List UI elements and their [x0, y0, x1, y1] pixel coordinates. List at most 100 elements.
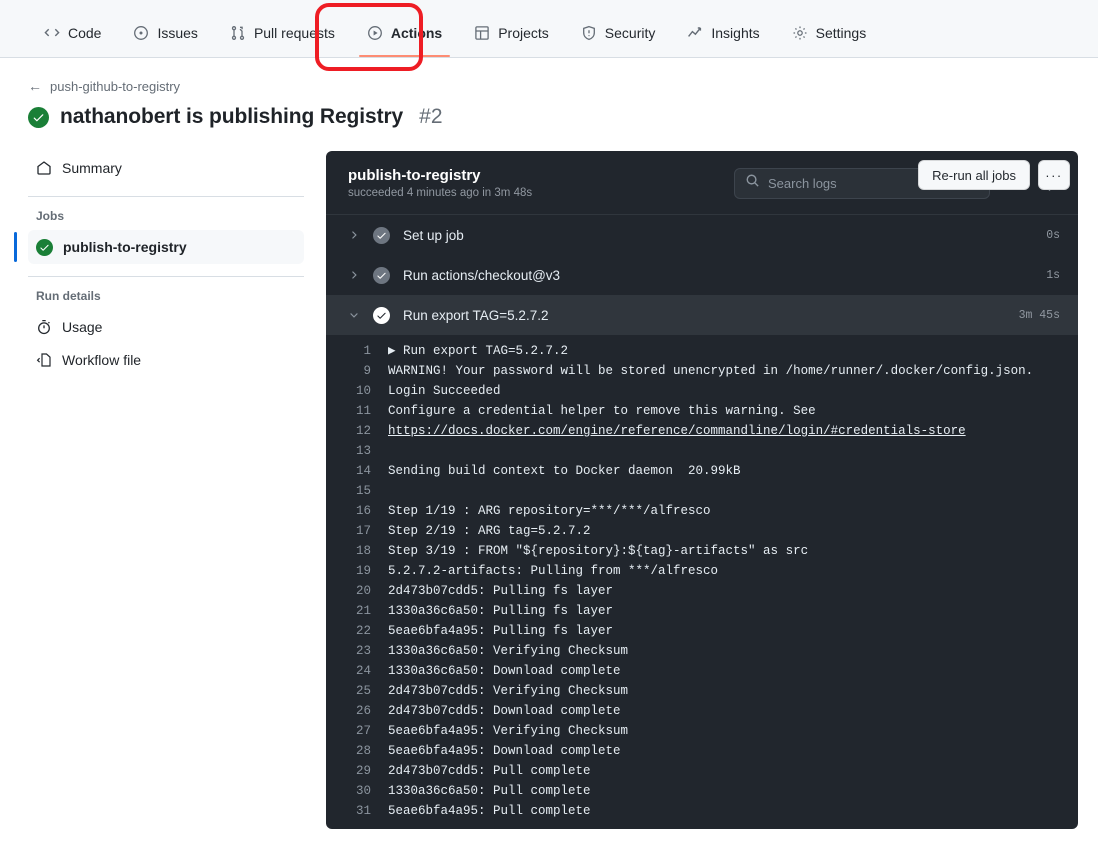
sidebar-item-label: Summary [62, 159, 122, 176]
log-line-text: 2d473b07cdd5: Pull complete [388, 764, 591, 778]
run-title-row: nathanobert is publishing Registry #2 [28, 105, 1070, 129]
sidebar-divider-1 [28, 196, 304, 197]
sidebar-heading-jobs: Jobs [36, 209, 65, 223]
log-step-duration: 1s [1046, 268, 1060, 282]
chevron-right-icon[interactable] [348, 269, 360, 281]
stopwatch-icon [36, 319, 52, 335]
log-step-label: Run export TAG=5.2.7.2 [403, 307, 549, 323]
log-line-text [388, 441, 1078, 461]
chevron-down-icon[interactable] [348, 309, 360, 321]
code-icon [44, 25, 60, 41]
log-line-number: 11 [355, 404, 371, 418]
log-step-row[interactable]: Run export TAG=5.2.7.2 3m 45s [326, 295, 1078, 335]
log-line: 23 1330a36c6a50: Verifying Checksum [326, 641, 1078, 661]
log-line-number: 29 [355, 764, 371, 778]
log-job-title: publish-to-registry [348, 167, 481, 184]
log-line: 21 1330a36c6a50: Pulling fs layer [326, 601, 1078, 621]
log-job-status: succeeded 4 minutes ago in 3m 48s [348, 187, 533, 199]
home-icon [36, 160, 52, 176]
nav-item-projects[interactable]: Projects [458, 9, 565, 57]
nav-item-label: Actions [390, 25, 443, 41]
step-success-icon [373, 226, 390, 244]
log-step-label: Run actions/checkout@v3 [403, 267, 561, 283]
log-line-number: 25 [355, 684, 371, 698]
log-line: 15 [326, 481, 1078, 501]
nav-item-security[interactable]: Security [565, 9, 672, 57]
nav-item-settings[interactable]: Settings [776, 9, 883, 57]
log-line-number: 26 [355, 704, 371, 718]
back-arrow-icon: ← [28, 78, 42, 94]
log-step-row[interactable]: Set up job 0s [326, 215, 1078, 255]
sidebar-item-publish-to-registry[interactable]: publish-to-registry [14, 230, 304, 264]
log-line-text [388, 481, 1078, 501]
log-line-number: 27 [355, 724, 371, 738]
log-line-text: WARNING! Your password will be stored un… [388, 364, 1034, 378]
run-number: #2 [419, 105, 443, 128]
nav-item-label: Pull requests [253, 25, 335, 41]
log-line: 12 https://docs.docker.com/engine/referen… [326, 421, 1078, 441]
log-line-text: Step 3/19 : FROM "${repository}:${tag}-a… [388, 544, 809, 558]
log-line-number: 24 [355, 664, 371, 678]
graph-icon [687, 25, 703, 41]
nav-item-issues[interactable]: Issues [117, 9, 213, 57]
log-line-text: 5eae6bfa4a95: Verifying Checksum [388, 724, 629, 738]
log-panel: publish-to-registry succeeded 4 minutes … [326, 151, 1078, 829]
log-line: 27 5eae6bfa4a95: Verifying Checksum [326, 721, 1078, 741]
log-line-number: 15 [355, 484, 371, 498]
log-line-text: Login Succeeded [388, 384, 501, 398]
header-actions: Re-run all jobs ··· [918, 160, 1070, 190]
nav-item-label: Insights [711, 25, 760, 41]
log-line-number: 28 [355, 744, 371, 758]
run-body: Summary Jobs publish-to-registry Run det… [0, 129, 1098, 829]
chevron-right-icon[interactable] [348, 229, 360, 241]
step-success-icon [373, 306, 390, 324]
sidebar-item-label: Workflow file [62, 351, 142, 368]
re-run-all-jobs-button[interactable]: Re-run all jobs [918, 160, 1030, 190]
log-line-number: 20 [355, 584, 371, 598]
log-line-text: Step 2/19 : ARG tag=5.2.7.2 [388, 524, 591, 538]
shield-icon [581, 25, 597, 41]
page-title: nathanobert is publishing Registry [60, 105, 404, 128]
log-line-number: 1 [363, 344, 371, 358]
log-line: 26 2d473b07cdd5: Download complete [326, 701, 1078, 721]
log-line: 30 1330a36c6a50: Pull complete [326, 781, 1078, 801]
log-output: 1 ▶ Run export TAG=5.2.7.2 9 WARNING! Your … [326, 335, 1078, 829]
nav-item-label: Issues [157, 25, 198, 41]
more-options-button[interactable]: ··· [1038, 160, 1070, 190]
nav-item-label: Settings [815, 25, 867, 41]
nav-item-pull-requests[interactable]: Pull requests [214, 9, 351, 57]
log-line-text: 2d473b07cdd5: Verifying Checksum [388, 684, 629, 698]
log-line-text: Configure a credential helper to remove … [388, 404, 816, 418]
log-line: 14 Sending build context to Docker daemon… [326, 461, 1078, 481]
log-line-number: 14 [355, 464, 371, 478]
breadcrumb[interactable]: ← push-github-to-registry [28, 78, 1070, 94]
log-line: 20 2d473b07cdd5: Pulling fs layer [326, 581, 1078, 601]
log-line: 22 5eae6bfa4a95: Pulling fs layer [326, 621, 1078, 641]
log-line-text: 1330a36c6a50: Verifying Checksum [388, 644, 629, 658]
run-header: ← push-github-to-registry nathanobert is… [0, 58, 1098, 190]
sidebar-item-usage[interactable]: Usage [28, 310, 304, 343]
log-step-label: Set up job [403, 227, 464, 243]
repo-nav: Code Issues Pull requests Actions Projects Se… [0, 0, 1098, 71]
log-line-link[interactable]: https://docs.docker.com/engine/reference… [388, 421, 1078, 441]
log-line-number: 9 [363, 364, 371, 378]
nav-item-code[interactable]: Code [28, 9, 117, 57]
log-step-row[interactable]: Run actions/checkout@v3 1s [326, 255, 1078, 295]
log-job-info: publish-to-registry succeeded 4 minutes … [348, 167, 532, 199]
log-line: 28 5eae6bfa4a95: Download complete [326, 741, 1078, 761]
log-line-number: 19 [355, 564, 371, 578]
sidebar-item-summary[interactable]: Summary [28, 151, 304, 184]
log-line-number: 22 [355, 624, 371, 638]
step-success-icon [373, 266, 390, 284]
nav-item-insights[interactable]: Insights [671, 9, 775, 57]
log-step-duration: 3m 45s [1018, 308, 1060, 322]
play-icon [367, 25, 383, 41]
sidebar-heading-run-details: Run details [36, 289, 101, 303]
log-line: 1 ▶ Run export TAG=5.2.7.2 [326, 341, 1078, 361]
log-line: 10 Login Succeeded [326, 381, 1078, 401]
sidebar-item-workflow-file[interactable]: Workflow file [28, 343, 304, 376]
log-line-number: 23 [355, 644, 371, 658]
log-line-text: 2d473b07cdd5: Download complete [388, 704, 621, 718]
nav-item-actions[interactable]: Actions [351, 9, 458, 57]
log-link-anchor[interactable]: https://docs.docker.com/engine/reference… [388, 424, 966, 438]
